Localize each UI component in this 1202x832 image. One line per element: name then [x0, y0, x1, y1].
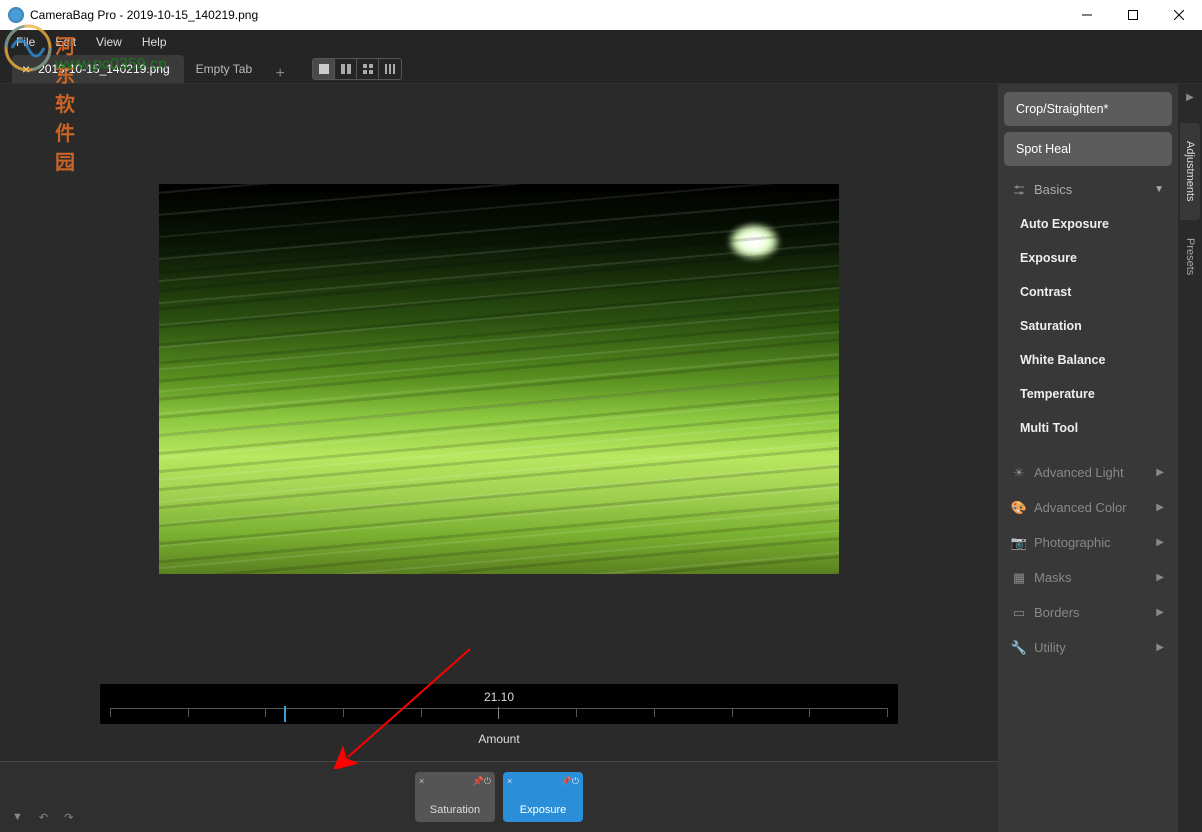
- checker-icon: ▦: [1012, 571, 1026, 585]
- sun-icon: ☀: [1012, 466, 1026, 480]
- view-mode-group: [312, 58, 402, 80]
- image-viewport[interactable]: [0, 84, 998, 674]
- chevron-right-icon: ▶: [1156, 642, 1164, 653]
- adjust-saturation[interactable]: Saturation: [1012, 309, 1172, 343]
- tab-label: Empty Tab: [196, 62, 252, 76]
- view-mode-grid[interactable]: [357, 59, 379, 79]
- window-titlebar: CameraBag Pro - 2019-10-15_140219.png: [0, 0, 1202, 30]
- canvas-area: 21.10 Amount ▼ ↶ ↷ × 📌⏻ Saturation: [0, 84, 998, 832]
- undo-icon[interactable]: ↶: [39, 811, 48, 824]
- spot-heal-button[interactable]: Spot Heal: [1004, 132, 1172, 166]
- slider-panel: 21.10 Amount: [0, 674, 998, 761]
- tab-bar: × 2019-10-15_140219.png Empty Tab +: [0, 54, 1202, 84]
- section-masks[interactable]: ▦ Masks ▶: [1004, 560, 1172, 595]
- collapse-down-icon[interactable]: ▼: [12, 811, 23, 824]
- app-icon: [8, 7, 24, 23]
- chip-pin-power-icon[interactable]: 📌⏻: [561, 776, 579, 787]
- tab-label: 2019-10-15_140219.png: [38, 62, 169, 76]
- window-title: CameraBag Pro - 2019-10-15_140219.png: [30, 8, 1064, 22]
- adjust-multi-tool[interactable]: Multi Tool: [1012, 411, 1172, 445]
- section-label: Utility: [1034, 640, 1066, 655]
- tab-empty[interactable]: Empty Tab: [186, 55, 266, 83]
- menu-bar: File Edit View Help: [0, 30, 1202, 54]
- crop-straighten-button[interactable]: Crop/Straighten*: [1004, 92, 1172, 126]
- vertical-tabs: ▶ Adjustments Presets: [1178, 84, 1202, 832]
- effects-bar: ▼ ↶ ↷ × 📌⏻ Saturation × 📌⏻ Exposure: [0, 761, 998, 832]
- tab-close-icon[interactable]: ×: [22, 61, 30, 77]
- chevron-right-icon: ▶: [1156, 502, 1164, 513]
- slider-handle[interactable]: [284, 706, 286, 722]
- section-advanced-color[interactable]: 🎨 Advanced Color ▶: [1004, 490, 1172, 525]
- chevron-right-icon: ▶: [1156, 607, 1164, 618]
- section-advanced-light[interactable]: ☀ Advanced Light ▶: [1004, 455, 1172, 490]
- chevron-right-icon: ▶: [1156, 537, 1164, 548]
- amount-slider[interactable]: 21.10: [100, 684, 898, 724]
- vtab-adjustments[interactable]: Adjustments: [1180, 123, 1200, 220]
- effect-chip-saturation[interactable]: × 📌⏻ Saturation: [415, 772, 495, 822]
- chip-close-icon[interactable]: ×: [507, 776, 512, 787]
- tab-add-button[interactable]: +: [268, 65, 292, 83]
- expand-panel-icon[interactable]: ▶: [1186, 92, 1194, 103]
- wrench-icon: 🔧: [1012, 641, 1026, 655]
- chevron-right-icon: ▶: [1156, 467, 1164, 478]
- section-utility[interactable]: 🔧 Utility ▶: [1004, 630, 1172, 665]
- section-label: Advanced Color: [1034, 500, 1127, 515]
- section-label: Masks: [1034, 570, 1072, 585]
- adjust-temperature[interactable]: Temperature: [1012, 377, 1172, 411]
- view-mode-single[interactable]: [313, 59, 335, 79]
- camera-icon: 📷: [1012, 536, 1026, 550]
- menu-edit[interactable]: Edit: [47, 32, 84, 52]
- palette-icon: 🎨: [1012, 501, 1026, 515]
- chip-label: Exposure: [520, 804, 566, 816]
- adjustments-sidebar: Crop/Straighten* Spot Heal Basics ▼ Auto…: [998, 84, 1178, 832]
- adjust-exposure[interactable]: Exposure: [1012, 241, 1172, 275]
- section-label: Borders: [1034, 605, 1080, 620]
- menu-view[interactable]: View: [88, 32, 130, 52]
- section-basics[interactable]: Basics ▼: [1004, 172, 1172, 207]
- section-label: Photographic: [1034, 535, 1111, 550]
- chevron-down-icon: ▼: [1154, 184, 1164, 195]
- adjust-contrast[interactable]: Contrast: [1012, 275, 1172, 309]
- effect-chip-exposure[interactable]: × 📌⏻ Exposure: [503, 772, 583, 822]
- slider-label: Amount: [100, 732, 898, 746]
- close-button[interactable]: [1156, 0, 1202, 30]
- chip-close-icon[interactable]: ×: [419, 776, 424, 787]
- minimize-button[interactable]: [1064, 0, 1110, 30]
- tab-document[interactable]: × 2019-10-15_140219.png: [12, 55, 184, 83]
- chevron-right-icon: ▶: [1156, 572, 1164, 583]
- view-mode-split-before-after[interactable]: [335, 59, 357, 79]
- adjust-white-balance[interactable]: White Balance: [1012, 343, 1172, 377]
- chip-pin-power-icon[interactable]: 📌⏻: [473, 776, 491, 787]
- menu-help[interactable]: Help: [134, 32, 175, 52]
- chip-label: Saturation: [430, 804, 480, 816]
- section-photographic[interactable]: 📷 Photographic ▶: [1004, 525, 1172, 560]
- border-icon: ▭: [1012, 606, 1026, 620]
- menu-file[interactable]: File: [8, 32, 43, 52]
- sliders-icon: [1012, 183, 1026, 197]
- slider-ticks: [110, 708, 888, 718]
- maximize-button[interactable]: [1110, 0, 1156, 30]
- section-borders[interactable]: ▭ Borders ▶: [1004, 595, 1172, 630]
- slider-value: 21.10: [484, 690, 514, 704]
- image-preview: [159, 184, 839, 574]
- section-label: Basics: [1034, 182, 1072, 197]
- redo-icon[interactable]: ↷: [64, 811, 73, 824]
- section-label: Advanced Light: [1034, 465, 1124, 480]
- view-mode-columns[interactable]: [379, 59, 401, 79]
- vtab-presets[interactable]: Presets: [1180, 220, 1200, 293]
- adjust-auto-exposure[interactable]: Auto Exposure: [1012, 207, 1172, 241]
